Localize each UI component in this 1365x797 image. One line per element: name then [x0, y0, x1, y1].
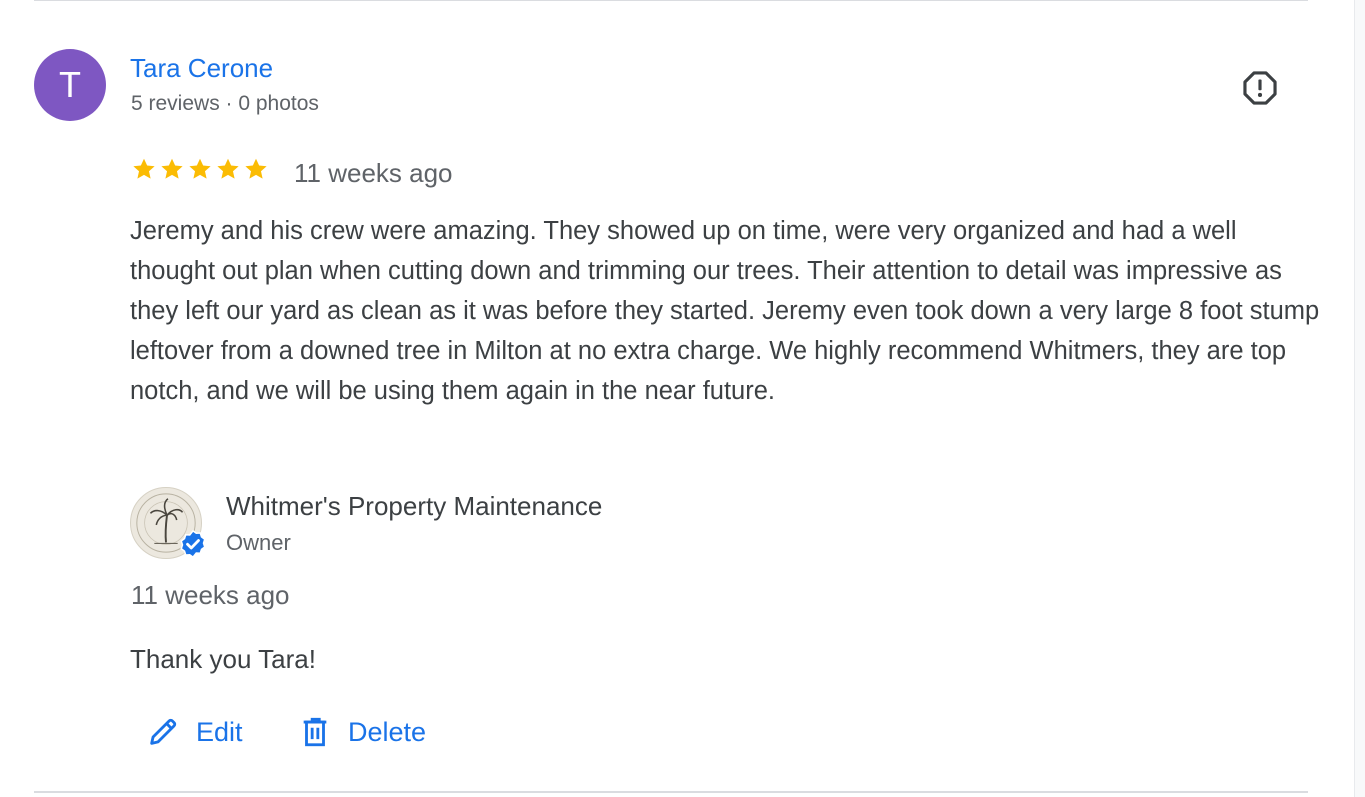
scrollbar-track[interactable]: [1354, 0, 1365, 797]
owner-name: Whitmer's Property Maintenance: [226, 491, 603, 521]
top-divider: [34, 0, 1308, 1]
report-icon: [1243, 71, 1277, 105]
owner-role: Owner: [226, 530, 291, 555]
edit-label: Edit: [196, 716, 243, 747]
reply-text: Thank you Tara!: [130, 644, 316, 674]
delete-label: Delete: [348, 716, 427, 747]
delete-button[interactable]: Delete: [298, 712, 426, 752]
star-icon: [217, 158, 239, 179]
reviewer-meta: 5 reviews · 0 photos: [131, 92, 319, 115]
reviewer-avatar[interactable]: T: [34, 49, 106, 121]
star-icon: [161, 158, 183, 179]
trash-icon: [303, 717, 327, 747]
verified-badge-icon: [180, 529, 206, 559]
bottom-divider: [34, 791, 1308, 793]
reviewer-name-link[interactable]: Tara Cerone: [130, 53, 273, 84]
review-card: T Tara Cerone 5 reviews · 0 photos 11 we…: [0, 0, 1365, 797]
star-icon: [189, 158, 211, 179]
edit-button[interactable]: Edit: [146, 712, 243, 752]
reply-date: 11 weeks ago: [131, 580, 290, 610]
avatar-letter: T: [59, 64, 81, 105]
pencil-icon: [150, 718, 177, 745]
star-rating: [131, 156, 269, 182]
review-text: Jeremy and his crew were amazing. They s…: [130, 217, 1320, 405]
review-date: 11 weeks ago: [294, 158, 453, 188]
report-button[interactable]: [1240, 68, 1280, 108]
star-icon: [133, 158, 155, 179]
owner-avatar[interactable]: [130, 487, 206, 559]
star-icon: [245, 158, 267, 179]
